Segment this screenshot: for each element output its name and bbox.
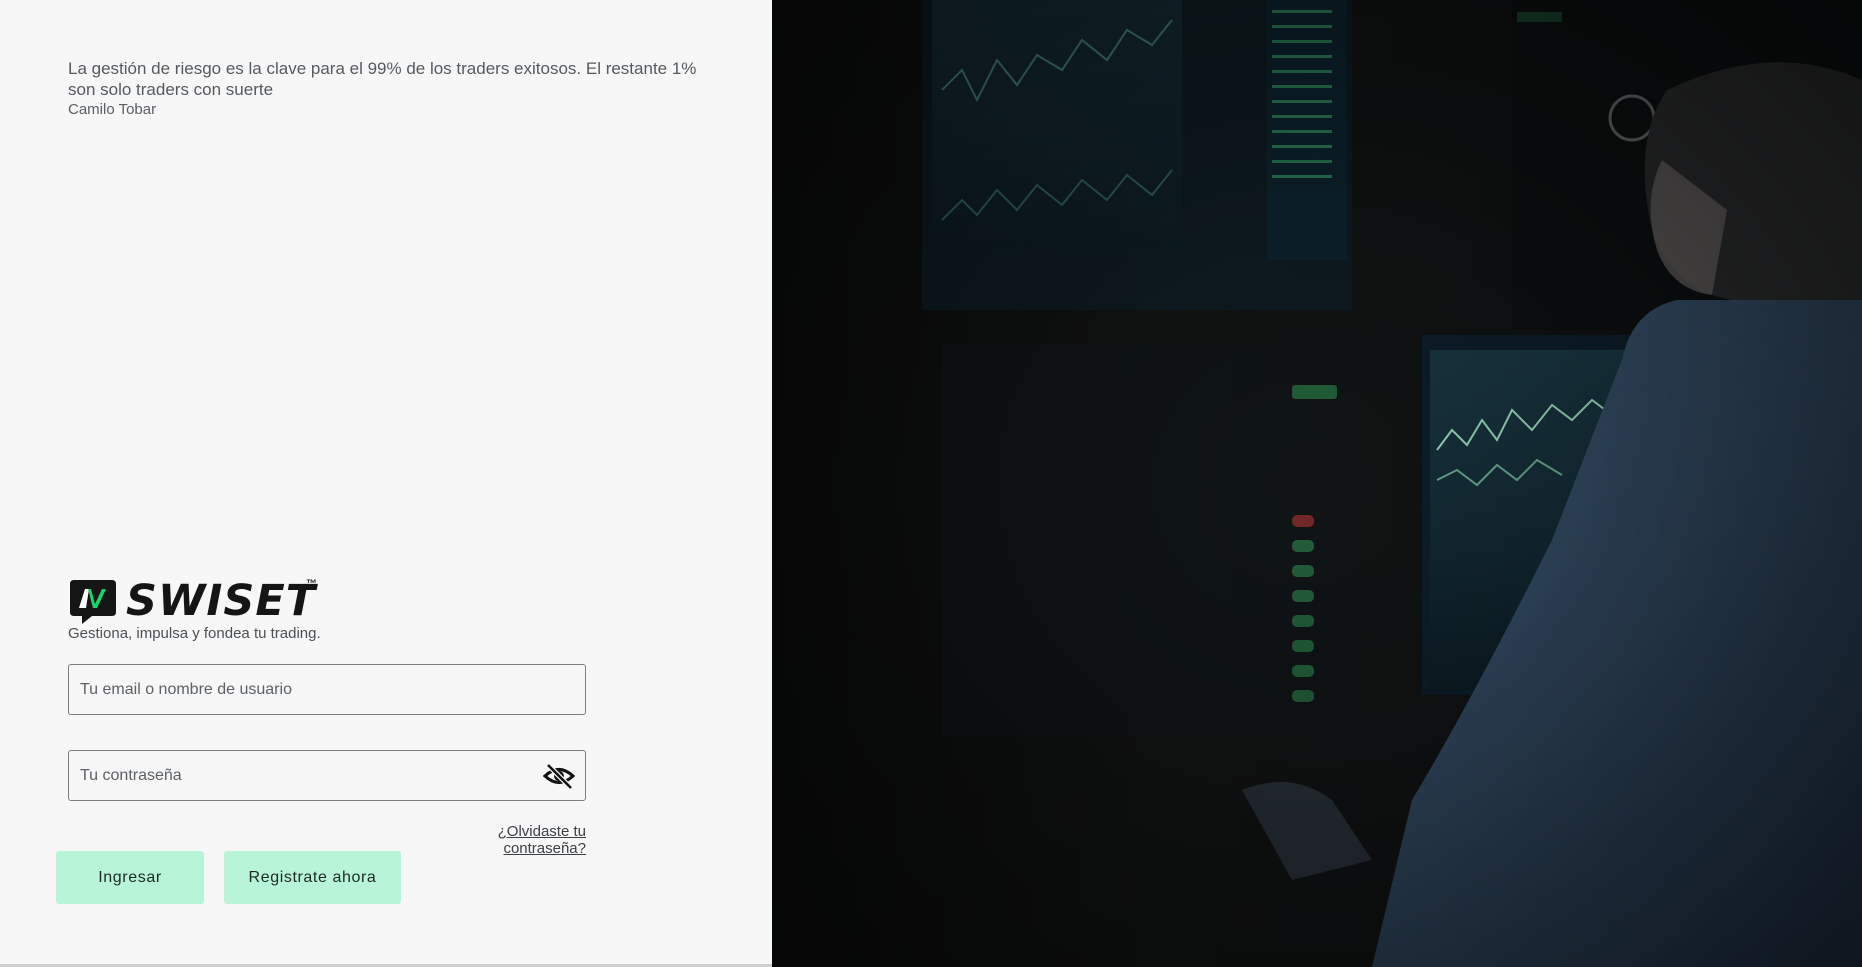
password-field[interactable] [68, 750, 586, 801]
email-input[interactable] [80, 665, 520, 714]
login-page: La gestión de riesgo es la clave para el… [0, 0, 1862, 967]
trademark-symbol: ™ [306, 578, 317, 590]
logo-mark-icon [68, 578, 118, 624]
trader-photo [772, 0, 1862, 967]
forgot-password-link[interactable]: ¿Olvidaste tu contraseña? [414, 823, 586, 857]
hero-image [772, 0, 1862, 967]
login-panel: La gestión de riesgo es la clave para el… [0, 0, 772, 967]
email-field[interactable] [68, 664, 586, 715]
login-button[interactable]: Ingresar [56, 851, 204, 904]
eye-slash-icon[interactable] [542, 762, 576, 790]
register-button[interactable]: Registrate ahora [224, 851, 401, 904]
brand-wordmark: SWISET [126, 578, 316, 624]
quote-author: Camilo Tobar [68, 101, 157, 118]
quote-text: La gestión de riesgo es la clave para el… [68, 59, 697, 99]
brand-tagline: Gestiona, impulsa y fondea tu trading. [68, 625, 321, 642]
brand-logo: SWISET ™ [68, 578, 317, 624]
password-input[interactable] [80, 751, 520, 800]
brand-wordmark-text: SWISET [126, 576, 317, 626]
